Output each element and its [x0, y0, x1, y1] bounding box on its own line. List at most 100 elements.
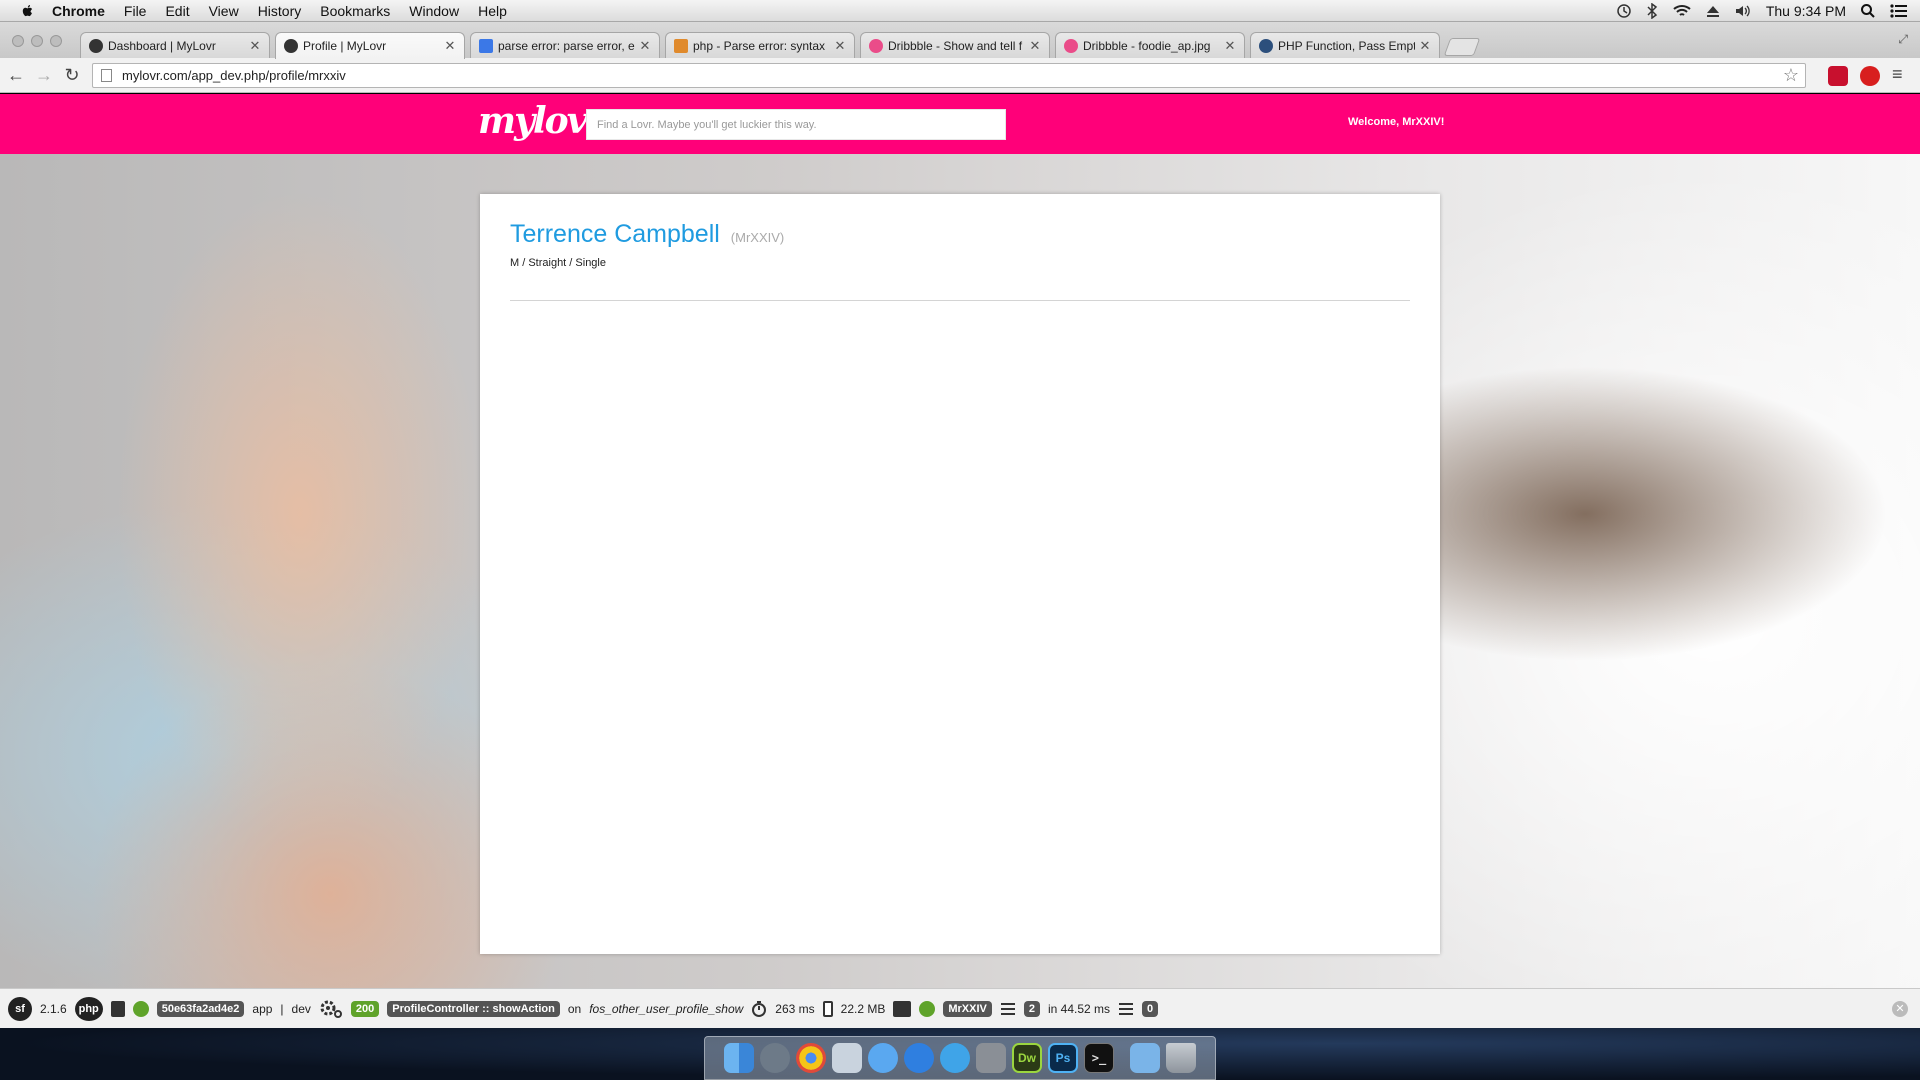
- launchpad-icon[interactable]: [760, 1043, 790, 1073]
- route-name[interactable]: fos_other_user_profile_show: [589, 1002, 743, 1016]
- symfony-favicon-icon: [89, 38, 103, 53]
- minimize-window-button[interactable]: [31, 35, 43, 47]
- symfony-logo-icon[interactable]: sf: [8, 996, 32, 1021]
- url-text[interactable]: mylovr.com/app_dev.php/profile/mrxxiv: [122, 68, 346, 83]
- browser-toolbar: ← → ↻ mylovr.com/app_dev.php/profile/mrx…: [0, 58, 1920, 93]
- tab-title: Dashboard | MyLovr: [108, 38, 216, 53]
- welcome-user-link[interactable]: Welcome, MrXXIV!: [1348, 116, 1444, 128]
- wifi-icon[interactable]: [1672, 3, 1692, 19]
- tab-google-search[interactable]: parse error: parse error, e ✕: [470, 32, 660, 58]
- site-logo[interactable]: mylovr: [478, 100, 605, 142]
- photoshop-icon[interactable]: Ps: [1048, 1043, 1078, 1073]
- profile-meta: M / Straight / Single: [510, 257, 606, 269]
- tab-close-icon[interactable]: ✕: [639, 38, 651, 54]
- tab-close-icon[interactable]: ✕: [834, 38, 846, 54]
- token-badge[interactable]: 50e63fa2ad4e2: [156, 1000, 245, 1017]
- tab-dribbble-show-and-tell[interactable]: Dribbble - Show and tell f ✕: [860, 32, 1050, 58]
- macos-menu-bar: Chrome File Edit View History Bookmarks …: [0, 0, 1920, 22]
- environment: dev: [291, 1001, 311, 1016]
- query-time[interactable]: in 44.52 ms: [1048, 1002, 1110, 1016]
- search-placeholder: Find a Lovr. Maybe you'll get luckier th…: [597, 118, 817, 131]
- clock[interactable]: Thu 9:34 PM: [1766, 3, 1846, 19]
- tab-stackoverflow[interactable]: php - Parse error: syntax ✕: [665, 32, 855, 58]
- itunes-icon[interactable]: [940, 1043, 970, 1073]
- stackoverflow-favicon-icon: [674, 38, 688, 53]
- tab-close-icon[interactable]: ✕: [249, 38, 261, 54]
- zoom-window-button[interactable]: [50, 35, 62, 47]
- app-store-icon[interactable]: [904, 1043, 934, 1073]
- tab-php-function[interactable]: PHP Function, Pass Empty ✕: [1250, 32, 1440, 58]
- tab-close-icon[interactable]: ✕: [1224, 38, 1236, 54]
- query-count-badge[interactable]: 2: [1023, 1000, 1040, 1017]
- spotlight-search-icon[interactable]: [1860, 3, 1876, 19]
- eject-icon[interactable]: [1706, 4, 1720, 18]
- close-window-button[interactable]: [12, 35, 24, 47]
- php-icon[interactable]: php: [74, 996, 103, 1021]
- menu-history[interactable]: History: [258, 3, 302, 19]
- new-tab-button[interactable]: [1443, 38, 1481, 56]
- close-toolbar-icon[interactable]: ✕: [1892, 1000, 1908, 1017]
- mail-icon[interactable]: [832, 1043, 862, 1073]
- menu-bookmarks[interactable]: Bookmarks: [320, 3, 390, 19]
- menu-file[interactable]: File: [124, 3, 147, 19]
- finder-icon[interactable]: [724, 1043, 754, 1073]
- tab-dashboard[interactable]: Dashboard | MyLovr ✕: [80, 32, 270, 58]
- fullscreen-icon[interactable]: ⤢: [1898, 32, 1908, 47]
- extension-icon[interactable]: [1828, 66, 1848, 86]
- tab-close-icon[interactable]: ✕: [1419, 38, 1431, 54]
- tab-close-icon[interactable]: ✕: [444, 38, 456, 54]
- page-viewport: mylovr Find a Lovr. Maybe you'll get luc…: [0, 94, 1920, 988]
- memory-usage[interactable]: 22.2 MB: [841, 1002, 886, 1016]
- memory-icon: [822, 1000, 833, 1017]
- controller-badge[interactable]: ProfileController :: showAction: [387, 1000, 560, 1017]
- dock: Dw Ps >_: [704, 1036, 1216, 1080]
- trash-icon[interactable]: [1166, 1043, 1196, 1073]
- reload-icon[interactable]: ↻: [60, 63, 84, 87]
- tab-title: php - Parse error: syntax: [693, 38, 826, 53]
- profile-card: Terrence Campbell (MrXXIV) M / Straight …: [480, 194, 1440, 954]
- dreamweaver-icon[interactable]: Dw: [1012, 1043, 1042, 1073]
- time-machine-icon[interactable]: [1616, 3, 1632, 19]
- volume-icon[interactable]: [1734, 3, 1752, 19]
- tab-close-icon[interactable]: ✕: [1029, 38, 1041, 54]
- menu-help[interactable]: Help: [478, 3, 507, 19]
- request-time[interactable]: 263 ms: [775, 1002, 814, 1016]
- status-dot-icon: [132, 1000, 149, 1017]
- dribbble-favicon-icon: [869, 38, 883, 53]
- back-icon[interactable]: ←: [4, 63, 28, 87]
- tab-dribbble-foodie[interactable]: Dribbble - foodie_ap.jpg ✕: [1055, 32, 1245, 58]
- downloads-folder-icon[interactable]: [1130, 1043, 1160, 1073]
- menu-view[interactable]: View: [209, 3, 239, 19]
- notification-center-icon[interactable]: [1890, 3, 1908, 19]
- adblock-extension-icon[interactable]: [1860, 66, 1880, 86]
- security-icon: [893, 1000, 912, 1017]
- forward-icon[interactable]: →: [32, 63, 56, 87]
- symfony-favicon-icon: [284, 39, 298, 53]
- search-input[interactable]: Find a Lovr. Maybe you'll get luckier th…: [586, 109, 1006, 140]
- log-count-badge[interactable]: 0: [1142, 1000, 1159, 1017]
- chrome-icon[interactable]: [796, 1043, 826, 1073]
- symfony-version[interactable]: 2.1.6: [40, 1002, 67, 1016]
- chrome-menu-icon[interactable]: ≡: [1892, 64, 1903, 85]
- bluetooth-icon[interactable]: [1646, 2, 1658, 19]
- separator: |: [280, 1001, 284, 1016]
- status-code-badge[interactable]: 200: [350, 1000, 380, 1017]
- menu-app-chrome[interactable]: Chrome: [52, 3, 105, 19]
- menu-edit[interactable]: Edit: [165, 3, 189, 19]
- messages-icon[interactable]: [868, 1043, 898, 1073]
- gear-icon[interactable]: [319, 999, 343, 1019]
- terminal-icon[interactable]: >_: [1084, 1043, 1114, 1073]
- symfony-debug-toolbar: sf 2.1.6 php 50e63fa2ad4e2 app | dev 200…: [0, 988, 1920, 1028]
- apple-menu-icon[interactable]: [18, 3, 38, 19]
- system-preferences-icon[interactable]: [976, 1043, 1006, 1073]
- address-bar[interactable]: mylovr.com/app_dev.php/profile/mrxxiv ☆: [92, 63, 1806, 88]
- tab-profile[interactable]: Profile | MyLovr ✕: [275, 32, 465, 59]
- authenticated-dot-icon: [919, 1000, 936, 1017]
- config-icon[interactable]: [110, 1000, 125, 1017]
- menu-window[interactable]: Window: [409, 3, 459, 19]
- user-badge[interactable]: MrXXIV: [943, 1000, 992, 1017]
- logs-icon: [1119, 1002, 1134, 1015]
- browser-tab-strip: Dashboard | MyLovr ✕ Profile | MyLovr ✕ …: [0, 22, 1920, 59]
- bookmark-star-icon[interactable]: ☆: [1783, 65, 1799, 86]
- google-favicon-icon: [479, 38, 493, 53]
